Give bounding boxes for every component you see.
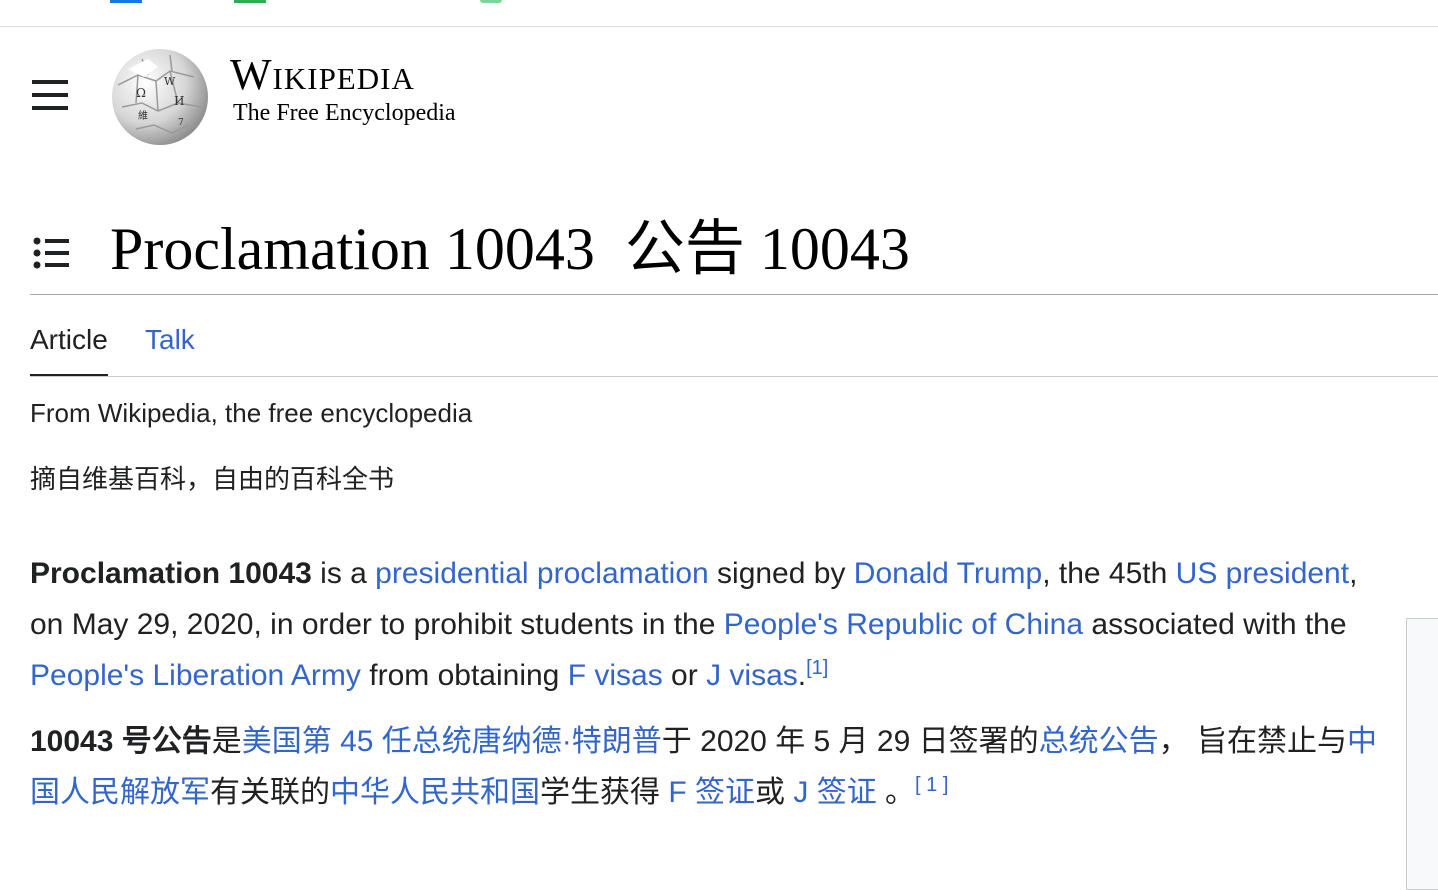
page-title-en: Proclamation 10043 <box>110 216 595 282</box>
svg-text:維: 維 <box>138 109 148 122</box>
svg-text:7: 7 <box>178 118 184 128</box>
infobox-edge <box>1406 618 1438 890</box>
lead-paragraph-zh: 10043 号公告是美国第 45 任总统唐纳德·特朗普于 2020 年 5 月 … <box>30 716 1400 818</box>
menu-icon[interactable] <box>32 80 68 110</box>
text: 是 <box>211 725 242 758</box>
bold-subject-zh: 10043 号公告 <box>30 725 212 758</box>
wikipedia-wordmark[interactable]: Wikipedia <box>230 53 415 97</box>
page-title-zh: 公告 10043 <box>624 216 910 282</box>
title-divider <box>30 294 1438 295</box>
link-proclamation-zh[interactable]: 总统公告 <box>1039 725 1159 758</box>
tab-fragment <box>480 0 502 3</box>
page-title: Proclamation 10043 公告 10043 <box>110 213 910 285</box>
site-header: Ω W И 維 7 Wikipedia The Free Encyclopedi… <box>0 27 1438 157</box>
text: or <box>662 659 707 692</box>
tabs-divider <box>30 376 1438 377</box>
text: from obtaining <box>360 659 568 692</box>
site-subtitle-en: From Wikipedia, the free encyclopedia <box>30 398 473 428</box>
text: 。 <box>876 776 916 809</box>
text: 学生获得 <box>540 776 669 809</box>
text: associated with the <box>1083 608 1347 641</box>
svg-text:И: И <box>174 94 184 108</box>
link-f-visas[interactable]: F visas <box>568 659 663 692</box>
text: 有关联的 <box>210 776 330 809</box>
bold-subject: Proclamation 10043 <box>30 557 312 590</box>
link-prc[interactable]: People's Republic of China <box>724 608 1083 641</box>
wikipedia-globe-logo[interactable]: Ω W И 維 7 <box>108 45 212 149</box>
tab-fragment <box>234 0 266 3</box>
link-trump-zh[interactable]: 美国第 45 任总统唐纳德·特朗普 <box>242 725 662 758</box>
link-us-president[interactable]: US president <box>1176 557 1349 590</box>
text: ， 旨在禁止与 <box>1158 725 1347 758</box>
reference-link-zh[interactable]: [ 1 ] <box>915 774 948 796</box>
lead-paragraph-en: Proclamation 10043 is a presidential pro… <box>30 548 1380 701</box>
text: . <box>797 659 807 692</box>
tab-article[interactable]: Article <box>30 318 108 377</box>
text: signed by <box>708 557 854 590</box>
svg-text:W: W <box>164 75 176 88</box>
link-j-visa-zh[interactable]: J 签证 <box>793 776 876 809</box>
wikipedia-tagline: The Free Encyclopedia <box>233 100 456 126</box>
link-donald-trump[interactable]: Donald Trump <box>854 557 1042 590</box>
text: 或 <box>755 776 794 809</box>
link-presidential-proclamation[interactable]: presidential proclamation <box>375 557 709 590</box>
site-subtitle-zh: 摘自维基百科，自由的百科全书 <box>30 464 395 494</box>
tab-talk[interactable]: Talk <box>145 318 195 374</box>
svg-text:Ω: Ω <box>136 86 146 100</box>
reference-link[interactable]: [1] <box>806 657 828 679</box>
link-prc-zh[interactable]: 中华人民共和国 <box>330 776 540 809</box>
link-f-visa-zh[interactable]: F 签证 <box>668 776 755 809</box>
text: , the 45th <box>1042 557 1176 590</box>
table-of-contents-icon[interactable] <box>32 236 70 270</box>
link-pla[interactable]: People's Liberation Army <box>30 659 361 692</box>
text: is a <box>311 557 376 590</box>
browser-top-strip <box>0 0 1438 27</box>
link-j-visas[interactable]: J visas <box>706 659 798 692</box>
tab-fragment <box>110 0 142 3</box>
text: 于 2020 年 5 月 29 日签署的 <box>661 725 1039 758</box>
